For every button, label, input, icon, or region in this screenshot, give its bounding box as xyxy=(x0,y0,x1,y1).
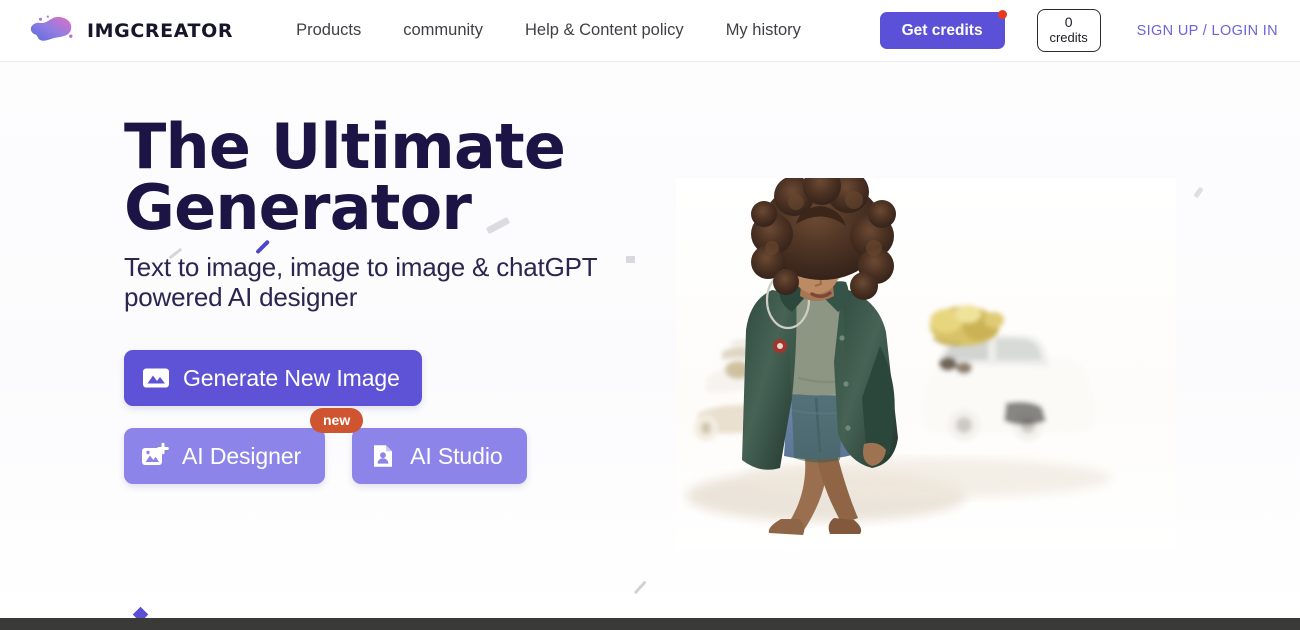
ai-studio-button[interactable]: AI Studio xyxy=(352,428,527,484)
nav-link-my-history[interactable]: My history xyxy=(705,22,822,39)
subtitle-line-1: Text to image, image to image & chatGPT xyxy=(124,252,598,282)
image-icon xyxy=(143,368,169,388)
signup-login-link[interactable]: SIGN UP / LOGIN IN xyxy=(1137,23,1278,39)
nav-right-actions: Get credits 0 credits SIGN UP / LOGIN IN xyxy=(879,9,1278,52)
hero-text-block: The Ultimate Generator Text to image, im… xyxy=(124,116,684,484)
credits-label: credits xyxy=(1049,29,1088,45)
nav-link-products[interactable]: Products xyxy=(275,22,382,39)
image-plus-icon xyxy=(142,442,169,465)
subtitle-line-2: powered AI designer xyxy=(124,282,358,312)
secondary-cta-row: AI Designer new AI Studio xyxy=(124,408,684,484)
brand-logo[interactable]: IMGCREATOR xyxy=(26,14,233,48)
primary-cta-row: Generate New Image xyxy=(124,350,684,406)
notification-dot-icon xyxy=(997,9,1007,19)
brand-name: IMGCREATOR xyxy=(87,19,234,42)
ai-designer-button[interactable]: AI Designer xyxy=(124,428,326,484)
credits-balance-box[interactable]: 0 credits xyxy=(1036,9,1101,52)
page-title: The Ultimate Generator xyxy=(124,116,684,239)
nav-link-community[interactable]: community xyxy=(382,22,504,39)
nav-links: Products community Help & Content policy… xyxy=(275,22,822,39)
decor-dash-gray-3 xyxy=(633,580,647,595)
decor-diamond-purple xyxy=(132,606,149,618)
footer-strip xyxy=(0,618,1300,630)
get-credits-label: Get credits xyxy=(901,21,983,39)
credits-count: 0 xyxy=(1064,14,1073,31)
top-navigation-bar: IMGCREATOR Products community Help & Con… xyxy=(0,0,1300,62)
new-badge: new xyxy=(310,408,364,433)
document-person-icon xyxy=(374,445,393,467)
hero-image xyxy=(676,178,1176,550)
get-credits-button[interactable]: Get credits xyxy=(879,9,1007,50)
generate-new-image-button[interactable]: Generate New Image xyxy=(124,350,422,406)
decor-dash-gray-4 xyxy=(1193,186,1204,199)
generate-new-image-label: Generate New Image xyxy=(183,364,400,391)
hero-subtitle: Text to image, image to image & chatGPT … xyxy=(124,252,684,312)
ai-designer-wrapper: AI Designer new xyxy=(124,408,364,484)
ai-studio-label: AI Studio xyxy=(410,442,503,469)
hero-section: The Ultimate Generator Text to image, im… xyxy=(0,62,1300,618)
blob-logo-icon xyxy=(30,15,73,41)
ai-designer-label: AI Designer xyxy=(182,442,302,469)
nav-link-help-content-policy[interactable]: Help & Content policy xyxy=(504,22,705,39)
headline-line-2: Generator xyxy=(124,171,472,244)
